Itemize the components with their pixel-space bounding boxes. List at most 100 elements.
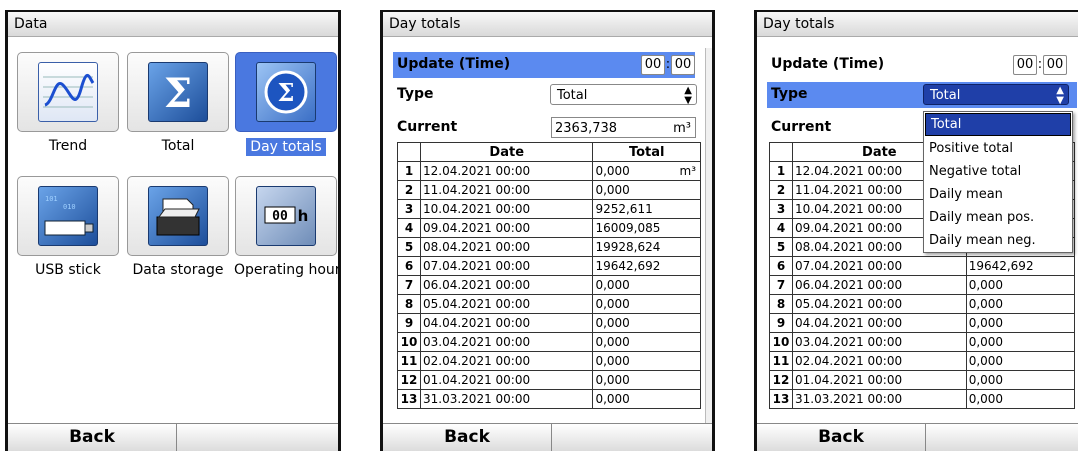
tile-total[interactable]: Σ Total — [126, 52, 230, 154]
row-date: 04.04.2021 00:00 — [419, 313, 594, 333]
row-date: 07.04.2021 00:00 — [419, 256, 594, 276]
row-total: 0,000 m³ — [592, 161, 701, 181]
hour-field[interactable]: 00 — [641, 55, 665, 75]
row-total: 0,000 — [965, 313, 1076, 333]
update-time-row[interactable]: Update (Time) 00:00 — [767, 52, 1077, 78]
row-total-value: 0,000 — [968, 316, 1004, 330]
table-row: 1 12.04.2021 00:00 0,000 m³ — [397, 161, 701, 181]
tile-label: Day totals — [246, 138, 326, 156]
type-select[interactable]: Total ▲ ▼ — [923, 84, 1069, 106]
row-total-value: 0,000 — [595, 354, 630, 368]
time-input[interactable]: 00:00 — [1013, 55, 1067, 75]
row-index: 9 — [397, 313, 421, 333]
tile-frame: Σ — [235, 52, 337, 132]
row-total-value: 0,000 — [968, 354, 1004, 368]
dropdown-option[interactable]: Daily mean — [924, 183, 1072, 206]
row-total-value: 0,000 — [968, 278, 1004, 292]
row-index: 12 — [769, 370, 793, 390]
row-total-value: 19928,624 — [595, 240, 661, 254]
softkey-bar: Back — [383, 423, 712, 451]
row-total: 0,000 — [965, 275, 1076, 295]
tile-trend[interactable]: Trend — [16, 52, 120, 154]
tile-label: Total — [161, 138, 195, 154]
row-total: 16009,085 — [592, 218, 701, 238]
tile-operating-hours[interactable]: 00 h Operating hours — [234, 176, 338, 278]
dropdown-option[interactable]: Positive total — [924, 137, 1072, 160]
dropdown-option[interactable]: Daily mean neg. — [924, 229, 1072, 252]
table-row: 2 11.04.2021 00:00 0,000 — [397, 180, 701, 200]
time-input[interactable]: 00:00 — [641, 55, 695, 75]
row-total: 0,000 — [965, 389, 1076, 409]
row-index: 6 — [769, 256, 793, 276]
back-button[interactable]: Back — [757, 424, 926, 451]
row-total: 0,000 — [965, 294, 1076, 314]
current-row: Current 2363,738 m³ — [393, 115, 696, 141]
row-total: 0,000 — [592, 275, 701, 295]
dropdown-option[interactable]: Daily mean pos. — [924, 206, 1072, 229]
table-row: 11 02.04.2021 00:00 0,000 — [397, 351, 701, 371]
dropdown-option[interactable]: Negative total — [924, 160, 1072, 183]
row-index: 6 — [397, 256, 421, 276]
scrollbar[interactable] — [705, 48, 712, 426]
row-total-unit: m³ — [679, 164, 697, 178]
update-time-label: Update (Time) — [397, 56, 511, 72]
current-value-field: 2363,738 m³ — [551, 117, 696, 138]
type-select[interactable]: Total ▲ ▼ — [550, 84, 697, 106]
minute-field[interactable]: 00 — [671, 55, 695, 75]
row-index: 10 — [397, 332, 421, 352]
updown-arrows-icon: ▲ ▼ — [1056, 85, 1064, 106]
table-row: 6 07.04.2021 00:00 19642,692 — [769, 256, 1076, 276]
type-row: Type Total ▲ ▼ — [767, 82, 1077, 108]
table-row: 12 01.04.2021 00:00 0,000 — [769, 370, 1076, 390]
dropdown-option[interactable]: Total — [925, 113, 1071, 136]
row-total-value: 0,000 — [968, 392, 1004, 406]
row-date: 03.04.2021 00:00 — [792, 332, 967, 352]
screen-title: Day totals — [383, 12, 712, 37]
day-totals-type-dropdown-screen: Day totals Update (Time) 00:00 Type Tota… — [754, 10, 1078, 451]
tile-label: Data storage — [132, 262, 224, 278]
day-totals-screen: Day totals Update (Time) 00:00 Type Tota… — [380, 10, 715, 451]
row-total: 0,000 — [592, 351, 701, 371]
row-total: 0,000 — [592, 389, 701, 409]
data-menu-screen: Data Trend Σ Total Σ Day totals 101 010 … — [5, 10, 341, 451]
row-date: 05.04.2021 00:00 — [419, 294, 594, 314]
row-date: 05.04.2021 00:00 — [792, 294, 967, 314]
tile-day-totals[interactable]: Σ Day totals — [234, 52, 338, 156]
row-date: 06.04.2021 00:00 — [792, 275, 967, 295]
table-row: 7 06.04.2021 00:00 0,000 — [397, 275, 701, 295]
row-date: 03.04.2021 00:00 — [419, 332, 594, 352]
back-button[interactable]: Back — [8, 424, 177, 451]
current-value: 2363,738 — [555, 121, 618, 136]
updown-arrows-icon: ▲ ▼ — [684, 85, 692, 106]
row-total-value: 0,000 — [595, 335, 630, 349]
date-header: Date — [419, 142, 594, 162]
row-index: 11 — [769, 351, 793, 371]
row-date: 02.04.2021 00:00 — [419, 351, 594, 371]
current-label: Current — [397, 119, 458, 135]
row-index: 5 — [397, 237, 421, 257]
row-date: 09.04.2021 00:00 — [419, 218, 594, 238]
row-index: 2 — [769, 180, 793, 200]
row-total: 0,000 — [965, 351, 1076, 371]
screen-title: Data — [8, 12, 338, 37]
usb-stick-icon: 101 010 — [38, 186, 98, 246]
update-time-row[interactable]: Update (Time) 00:00 — [393, 52, 695, 78]
screen-title: Day totals — [757, 12, 1078, 37]
row-total: 0,000 — [965, 370, 1076, 390]
tile-label: Trend — [48, 138, 88, 154]
row-total: 19642,692 — [965, 256, 1076, 276]
back-button[interactable]: Back — [383, 424, 552, 451]
row-index: 2 — [397, 180, 421, 200]
minute-field[interactable]: 00 — [1043, 55, 1067, 75]
svg-text:010: 010 — [63, 203, 76, 211]
tile-data-storage[interactable]: Data storage — [126, 176, 230, 278]
row-date: 04.04.2021 00:00 — [792, 313, 967, 333]
tile-usb-stick[interactable]: 101 010 USB stick — [16, 176, 120, 278]
row-total-value: 0,000 — [968, 335, 1004, 349]
counter-unit: h — [298, 207, 309, 225]
row-index: 1 — [397, 161, 421, 181]
index-header — [397, 142, 421, 162]
type-select-value: Total — [557, 88, 588, 103]
hour-field[interactable]: 00 — [1013, 55, 1037, 75]
row-total-value: 0,000 — [968, 297, 1004, 311]
